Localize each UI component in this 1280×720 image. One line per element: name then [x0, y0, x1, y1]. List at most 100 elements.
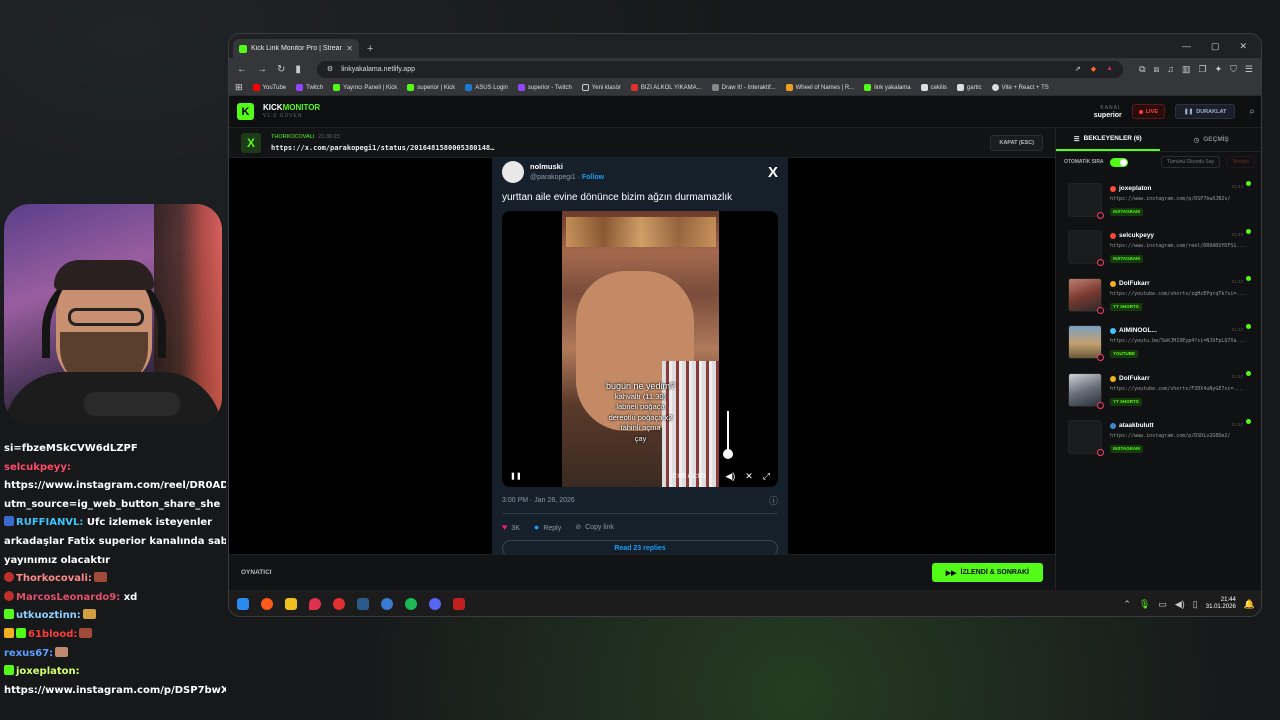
- bookmark-item[interactable]: Draw It! - Interaktif...: [711, 84, 776, 91]
- queue-item[interactable]: DolFukarr https://youtube.com/shorts/FZ0…: [1064, 366, 1255, 414]
- site-info-icon[interactable]: ⚙: [327, 65, 333, 73]
- sender-name: THORKOCOVALI: [271, 133, 315, 140]
- tab-history[interactable]: ◷ GEÇMİŞ: [1160, 128, 1262, 151]
- thumbnail: [1068, 420, 1104, 457]
- maximize-icon[interactable]: ▢: [1211, 41, 1220, 52]
- bookmark-folder[interactable]: Yeni klasör: [581, 84, 621, 91]
- app-icon[interactable]: [381, 598, 393, 610]
- bookmark-item[interactable]: Wheel of Names | R...: [785, 84, 854, 91]
- close-window-icon[interactable]: ✕: [1239, 41, 1247, 52]
- bookmark-twitch[interactable]: Twitch: [296, 84, 323, 91]
- watched-next-button[interactable]: ▶▶ İZLENDİ & SONRAKİ: [931, 563, 1043, 582]
- copy-icon[interactable]: ❐: [1199, 64, 1207, 75]
- apps-icon[interactable]: ⊞: [235, 82, 243, 93]
- address-bar[interactable]: ⚙ linkyakalama.netlify.app ⇗ ◆ ▲: [316, 60, 1124, 78]
- bookmark-kick-dashboard[interactable]: Yayıncı Paneli | Kick: [333, 84, 397, 91]
- volume-icon[interactable]: ◀): [725, 471, 735, 482]
- shield-icon[interactable]: ◆: [1091, 65, 1096, 73]
- video-time: 0:06 / 1:03: [672, 472, 706, 480]
- vpn-icon[interactable]: ⛉: [1230, 64, 1237, 75]
- bookmark-asus[interactable]: ASUS Login: [465, 84, 508, 91]
- fullscreen-icon[interactable]: ⤢: [763, 471, 770, 482]
- bookmark-icon[interactable]: ▮: [295, 64, 301, 75]
- avatar[interactable]: [502, 161, 524, 183]
- info-icon[interactable]: ⓘ: [769, 494, 778, 507]
- tweet-date[interactable]: 3:00 PM · Jan 28, 2026: [502, 497, 575, 504]
- new-tab-icon[interactable]: +: [367, 43, 373, 55]
- video-player[interactable]: bugün ne yedim? kahvaltı (11:30) labneli…: [502, 211, 778, 487]
- volume-slider[interactable]: [727, 411, 729, 451]
- pause-icon[interactable]: ❚❚: [510, 472, 522, 480]
- clock[interactable]: 21:44 31.01.2026: [1206, 597, 1236, 611]
- bookmark-twitch-superior[interactable]: superior - Twitch: [517, 84, 572, 91]
- x-icon[interactable]: ✕: [745, 471, 753, 482]
- chevron-up-icon[interactable]: ⌃: [1123, 599, 1131, 610]
- chat-line: arkadaşlar Fatix superior kanalında saba…: [4, 535, 226, 547]
- bookmark-kick[interactable]: superior | Kick: [407, 84, 455, 91]
- auto-queue-toggle[interactable]: [1109, 157, 1128, 167]
- folder-icon[interactable]: [285, 598, 297, 610]
- bookmark-item[interactable]: Vite + React + TS: [991, 84, 1049, 91]
- now-playing-url[interactable]: https://x.com/parakopegi1/status/2016481…: [271, 143, 494, 154]
- online-dot-icon: [1246, 181, 1251, 186]
- extension-icon[interactable]: ⧈: [1154, 64, 1160, 75]
- tab-waiting[interactable]: ☰ BEKLEYENLER (6): [1056, 128, 1160, 151]
- app-icon[interactable]: [333, 598, 345, 610]
- reload-icon[interactable]: ↻: [277, 64, 285, 75]
- bookmark-item[interactable]: gartic: [956, 84, 982, 91]
- back-icon[interactable]: ←: [237, 64, 247, 75]
- bookmark-item[interactable]: link yakalama: [864, 84, 911, 91]
- browser-tab[interactable]: Kick Link Monitor Pro | Stream ✕: [233, 39, 359, 58]
- rewards-icon[interactable]: ▲: [1106, 65, 1113, 73]
- read-replies-button[interactable]: Read 23 replies: [502, 540, 778, 554]
- battery-icon[interactable]: ▯: [1193, 599, 1198, 610]
- reply-button[interactable]: ● Reply: [534, 522, 561, 532]
- badge-icon: [4, 572, 14, 583]
- tweet-author-name[interactable]: nolmuski: [530, 161, 604, 172]
- tweet-author-handle[interactable]: @parakopegi1: [530, 174, 576, 181]
- emote-icon: [93, 572, 107, 583]
- live-status-button[interactable]: LIVE: [1131, 104, 1166, 119]
- settings-icon[interactable]: ⌕: [1249, 106, 1255, 117]
- follow-link[interactable]: Follow: [582, 174, 604, 181]
- queue-item[interactable]: selcukpeyy https://www.instagram.com/ree…: [1064, 224, 1255, 272]
- chat-line: selcukpeyy:: [4, 461, 71, 473]
- online-dot-icon: [1246, 418, 1251, 424]
- mark-all-read-button[interactable]: Tümünü Okundu Say: [1160, 156, 1221, 168]
- minimize-icon[interactable]: —: [1182, 41, 1191, 52]
- app-icon[interactable]: [309, 598, 321, 610]
- bookmark-item[interactable]: cekilis: [920, 84, 947, 91]
- steam-icon[interactable]: [357, 598, 369, 610]
- menu-icon[interactable]: ☰: [1245, 64, 1253, 75]
- pause-button[interactable]: ❚❚ DURAKLAT: [1175, 104, 1236, 119]
- queue-item[interactable]: ataakbulutt https://www.instagram.com/p/…: [1064, 414, 1255, 462]
- mic-icon[interactable]: 🎙: [1139, 599, 1150, 610]
- clear-button[interactable]: Temizle: [1226, 156, 1255, 168]
- windows-start-icon[interactable]: [237, 598, 249, 610]
- close-tab-icon[interactable]: ✕: [346, 44, 353, 53]
- brave-icon[interactable]: [261, 598, 273, 610]
- app-icon[interactable]: [453, 598, 465, 610]
- queue-item[interactable]: joxeplaton https://www.instagram.com/p/D…: [1064, 176, 1255, 224]
- bookmark-youtube[interactable]: YouTube: [252, 84, 286, 91]
- like-button[interactable]: ♥ 3K: [502, 522, 520, 532]
- extension-icon[interactable]: ⧉: [1139, 64, 1145, 75]
- queue-item[interactable]: AIMINOGL... https://youtu.be/5eKJH19Eyp4…: [1064, 319, 1255, 367]
- close-button[interactable]: KAPAT (ESC): [990, 134, 1043, 151]
- discord-icon[interactable]: [429, 598, 441, 610]
- network-icon[interactable]: ▭: [1158, 599, 1167, 610]
- embed-area: nolmuski @parakopegi1 · Follow X yurttan…: [229, 158, 1055, 554]
- volume-icon[interactable]: ◀): [1175, 599, 1185, 610]
- x-logo-icon[interactable]: X: [768, 164, 778, 181]
- queue-item[interactable]: DolFukarr https://youtube.com/shorts/zgH…: [1064, 271, 1255, 319]
- spotify-icon[interactable]: [405, 598, 417, 610]
- music-icon[interactable]: ♫: [1167, 64, 1174, 75]
- sidebar-icon[interactable]: ▥: [1182, 64, 1191, 75]
- puzzle-icon[interactable]: ✦: [1215, 64, 1223, 75]
- bookmark-item[interactable]: BIZI ALKOL YIKAMA...: [630, 84, 702, 91]
- volume-handle[interactable]: [723, 449, 733, 459]
- forward-icon[interactable]: →: [257, 64, 267, 75]
- copy-link-button[interactable]: ⊘ Copy link: [575, 523, 614, 531]
- share-icon[interactable]: ⇗: [1075, 65, 1081, 73]
- notification-icon[interactable]: 🔔: [1244, 599, 1255, 610]
